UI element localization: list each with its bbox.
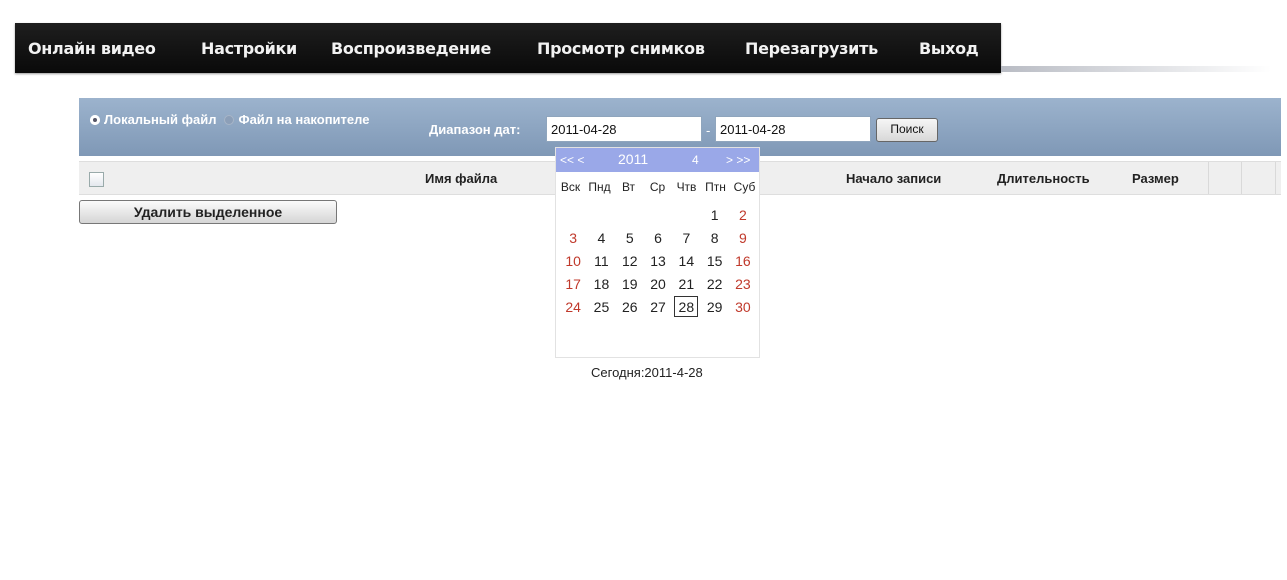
calendar-days-grid: 1 2 3 4 5 6 7 8 9 10 11 12 13 14 15 16 17 18 19 20 21 22 23 24 2… — [559, 203, 757, 318]
calendar-day[interactable]: 14 — [674, 250, 698, 271]
calendar-header: << < 2011 4 > >> — [556, 148, 759, 172]
column-divider — [1208, 162, 1209, 194]
nav-snapshots[interactable]: Просмотр снимков — [537, 39, 705, 58]
calendar-year[interactable]: 2011 — [618, 151, 648, 167]
calendar-day[interactable]: 5 — [618, 227, 642, 248]
calendar-day[interactable]: 30 — [731, 296, 755, 317]
calendar-day[interactable]: 26 — [618, 296, 642, 317]
calendar-empty-cell — [589, 204, 613, 225]
calendar-day[interactable]: 25 — [589, 296, 613, 317]
date-picker-popup: << < 2011 4 > >> Вск Пнд Вт Ср Чтв Птн С… — [555, 147, 760, 358]
calendar-month[interactable]: 4 — [692, 153, 699, 167]
date-from-input[interactable] — [546, 116, 702, 142]
calendar-empty-cell — [646, 204, 670, 225]
calendar-next-button[interactable]: > >> — [726, 153, 750, 167]
weekday-label: Ср — [649, 180, 666, 194]
column-filename[interactable]: Имя файла — [425, 171, 497, 186]
calendar-day[interactable]: 1 — [702, 204, 726, 225]
top-nav: Онлайн видео Настройки Воспроизведение П… — [15, 23, 1001, 73]
calendar-day[interactable]: 11 — [589, 250, 613, 271]
column-size[interactable]: Размер — [1132, 171, 1179, 186]
calendar-day[interactable]: 3 — [561, 227, 585, 248]
column-duration[interactable]: Длительность — [997, 171, 1090, 186]
calendar-day[interactable]: 27 — [646, 296, 670, 317]
nav-decoration — [1001, 66, 1271, 72]
delete-selected-button[interactable]: Удалить выделенное — [79, 200, 337, 224]
calendar-day[interactable]: 22 — [702, 273, 726, 294]
calendar-day[interactable]: 19 — [618, 273, 642, 294]
nav-reboot[interactable]: Перезагрузить — [745, 39, 878, 58]
date-to-input[interactable] — [715, 116, 871, 142]
source-radio-group: Локальный файл Файл на накопителе — [90, 112, 390, 128]
calendar-day[interactable]: 23 — [731, 273, 755, 294]
calendar-day[interactable]: 12 — [618, 250, 642, 271]
weekday-label: Вск — [560, 180, 581, 194]
nav-settings[interactable]: Настройки — [201, 39, 297, 58]
calendar-empty-cell — [674, 204, 698, 225]
column-divider — [1241, 162, 1242, 194]
column-start[interactable]: Начало записи — [846, 171, 941, 186]
weekday-label: Птн — [705, 180, 726, 194]
calendar-day[interactable]: 17 — [561, 273, 585, 294]
calendar-day[interactable]: 18 — [589, 273, 613, 294]
calendar-day[interactable]: 2 — [731, 204, 755, 225]
nav-logout[interactable]: Выход — [919, 39, 979, 58]
calendar-day[interactable]: 28 — [674, 296, 699, 317]
calendar-weekdays: Вск Пнд Вт Ср Чтв Птн Суб — [556, 180, 759, 194]
calendar-day[interactable]: 24 — [561, 296, 585, 317]
calendar-day[interactable]: 16 — [731, 250, 755, 271]
calendar-day[interactable]: 13 — [646, 250, 670, 271]
weekday-label: Вт — [621, 180, 636, 194]
select-all-checkbox[interactable] — [89, 172, 104, 187]
date-range-label: Диапазон дат: — [429, 122, 521, 137]
search-button[interactable]: Поиск — [876, 118, 938, 142]
nav-online-video[interactable]: Онлайн видео — [28, 39, 156, 58]
radio-local-label[interactable]: Локальный файл — [104, 112, 216, 127]
calendar-day[interactable]: 29 — [702, 296, 726, 317]
calendar-day[interactable]: 10 — [561, 250, 585, 271]
radio-local-file[interactable] — [90, 115, 100, 125]
calendar-day[interactable]: 21 — [674, 273, 698, 294]
weekday-label: Пнд — [588, 180, 611, 194]
radio-storage-file[interactable] — [224, 115, 235, 125]
calendar-day[interactable]: 4 — [589, 227, 613, 248]
calendar-day[interactable]: 20 — [646, 273, 670, 294]
weekday-label: Суб — [733, 180, 756, 194]
nav-playback[interactable]: Воспроизведение — [331, 39, 491, 58]
calendar-prev-button[interactable]: << < — [560, 153, 584, 167]
calendar-day[interactable]: 9 — [731, 227, 755, 248]
radio-storage-label[interactable]: Файл на накопителе — [238, 112, 369, 127]
calendar-day[interactable]: 6 — [646, 227, 670, 248]
calendar-day[interactable]: 7 — [674, 227, 698, 248]
date-separator: - — [706, 123, 711, 138]
calendar-day[interactable]: 8 — [702, 227, 726, 248]
calendar-empty-cell — [618, 204, 642, 225]
calendar-today-label[interactable]: Сегодня:2011-4-28 — [591, 365, 703, 380]
calendar-day[interactable]: 15 — [702, 250, 726, 271]
column-divider — [1275, 162, 1276, 194]
weekday-label: Чтв — [676, 180, 697, 194]
calendar-empty-cell — [561, 204, 585, 225]
